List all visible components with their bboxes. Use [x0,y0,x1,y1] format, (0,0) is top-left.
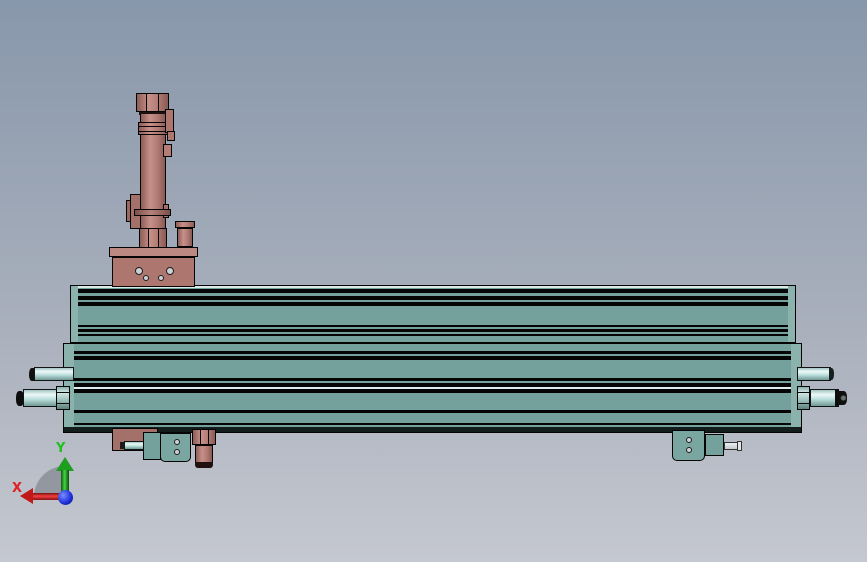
bl-spacer-block [143,432,161,460]
right-buffer-rod-tip [829,368,834,380]
fitting-facet [200,430,201,444]
collar-line [139,131,167,132]
right-stopper-hex-nut[interactable] [797,386,810,410]
bl-sensor-bracket[interactable] [160,433,191,462]
bracket-hole [174,449,180,455]
bl-fitting-band [195,462,213,468]
br-sensor-bracket[interactable] [672,430,705,461]
bracket-hole [686,437,692,443]
nut-facet [57,392,69,393]
body-groove [78,296,788,300]
bracket-hole [686,447,692,453]
body-groove [74,423,791,425]
body-groove [74,389,791,393]
cad-viewport: Y X [0,0,867,562]
bl-fitting-cylinder[interactable] [195,445,213,463]
left-buffer-rod[interactable] [34,367,74,381]
mounting-block[interactable] [112,257,195,287]
hex-cap-facet [158,94,159,111]
hex-adapter-facet [148,229,149,247]
block-hole [166,267,174,275]
body-groove [78,325,788,327]
body-groove [74,410,791,413]
br-adjuster-rod[interactable] [724,442,738,450]
bl-mini-rod[interactable] [124,441,144,450]
bl-fitting-top[interactable] [192,429,216,445]
fitting-cylinder[interactable] [177,228,193,247]
cylinder-clamp-left-step [126,200,131,222]
block-hole [135,267,143,275]
left-stopper-rod[interactable] [23,389,58,407]
cylinder-bottom-ring [134,209,171,216]
cylinder-side-tab [163,144,172,157]
body-groove [74,356,791,360]
nut-facet [798,403,809,404]
hex-cap-facet [146,94,147,111]
body-groove [78,329,788,332]
cylinder-side-rail-step [167,131,175,141]
right-stopper-cap [839,391,847,405]
right-stopper-rod[interactable] [810,389,837,407]
br-adjuster-block[interactable] [705,434,724,456]
fitting-cap [175,221,195,228]
left-stopper-hex-nut[interactable] [56,386,70,410]
fitting-facet [208,430,209,444]
body-endcap-right-upper [788,286,795,342]
triad-origin-sphere[interactable] [58,490,73,505]
body-groove [74,378,791,381]
br-adjuster-rod-tip [737,441,742,451]
block-hole [143,275,149,281]
triad-x-arrowhead[interactable] [20,488,33,504]
body-groove [78,334,788,336]
collar-line [139,126,167,127]
body-endcap-left-upper [71,286,78,342]
block-hole [158,275,164,281]
body-groove [78,289,788,293]
cylinder-collar[interactable] [138,122,168,135]
triad-y-label: Y [56,442,65,455]
body-groove [74,351,791,354]
cylinder-side-rail[interactable] [165,109,174,133]
nut-facet [57,403,69,404]
bracket-hole [174,439,180,445]
hex-adapter-facet [158,229,159,247]
triad-y-arrowhead[interactable] [56,457,74,471]
body-groove [78,302,788,306]
mounting-plate[interactable] [109,247,198,257]
nut-facet [798,392,809,393]
right-buffer-rod[interactable] [797,367,831,381]
cylinder-hex-adapter[interactable] [139,228,167,248]
